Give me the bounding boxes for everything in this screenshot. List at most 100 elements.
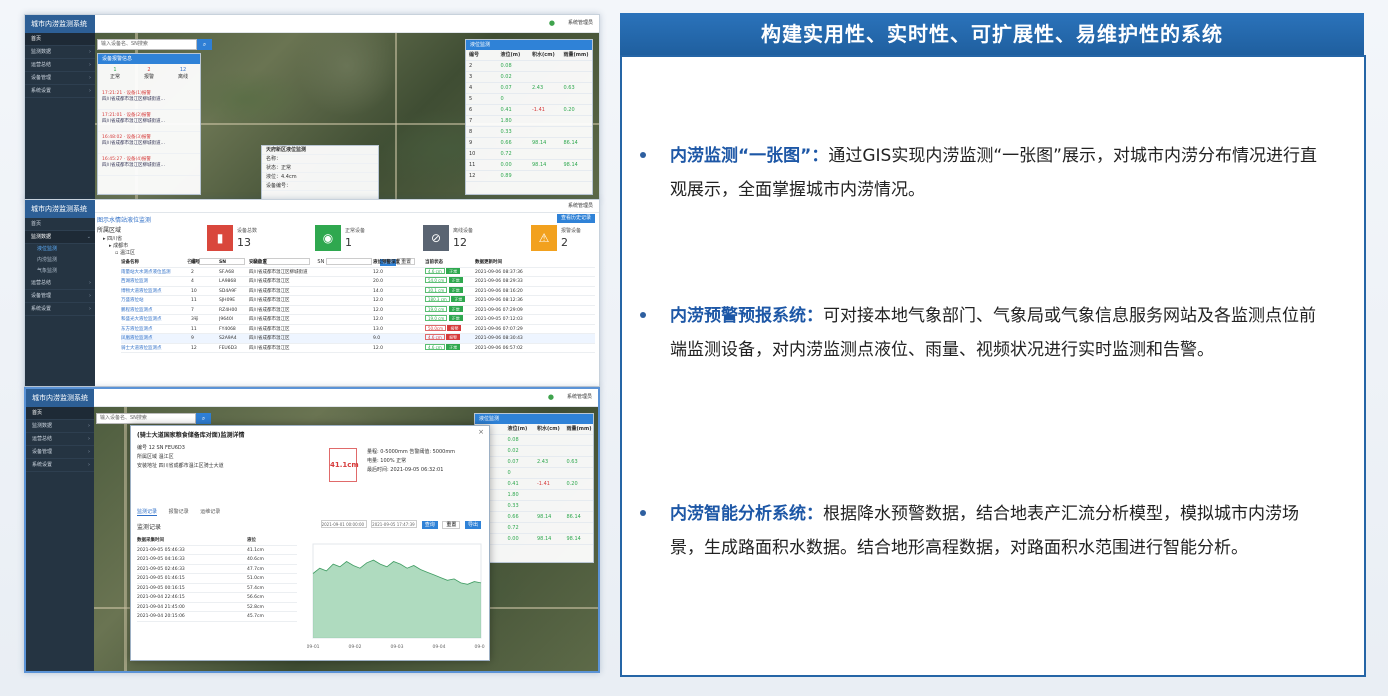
table-row[interactable]: 30.02 (475, 446, 593, 457)
sidebar-item-device[interactable]: 设备管理 › (25, 72, 95, 85)
tab-alarm-records[interactable]: 报警记录 (169, 509, 189, 515)
sidebar-item-device[interactable]: 设备管理 › (25, 290, 95, 303)
table-row[interactable]: 雨量站大水测点液位监测 2 SF.A68 四川省成都市温江区柳城街道 12.0 4.6 c… (121, 267, 595, 277)
status-badge: 报警 (446, 334, 461, 340)
table-row[interactable]: 50 (466, 94, 592, 105)
query-button[interactable]: 查询 (421, 520, 438, 529)
stat-card: ⊘ 离线设备 12 (423, 225, 485, 253)
region-tree[interactable]: 所属区域 ▸ 四川省 ▸ 成都市 ▫ 温江区 (97, 227, 177, 257)
close-icon[interactable]: × (478, 428, 484, 436)
stat-icon: ⚠ (531, 225, 557, 251)
level-badge: 19.0 cm (425, 305, 448, 312)
table-row[interactable]: 2021-09-05 00:16:15 57.4cm (137, 584, 297, 593)
bell-icon[interactable]: ● (549, 19, 555, 27)
alarm-item[interactable]: 16:45:27 · 设备(4)报警 四川省成都市温江区柳城街道… (98, 154, 200, 176)
records-title: 监测记录 (137, 524, 162, 531)
table-row[interactable]: 12 0.89 (466, 171, 592, 182)
table-row[interactable]: 110.0098.1498.14 (475, 534, 593, 545)
sidebar-item-monitor[interactable]: 监测数据 › (25, 46, 95, 59)
user-name[interactable]: 系统管理员 (568, 202, 593, 209)
sidebar-sub-level[interactable]: 液位监测 (25, 244, 95, 255)
table-row[interactable]: 60.41-1.410.20 (466, 105, 592, 116)
date-from-input[interactable]: 2021-09-01 00:00:00 (320, 520, 367, 528)
status-badge: 正常 (446, 267, 461, 274)
table-row[interactable]: 博物大道液位监测点 10 SD4A9F 四川省成都市温江区 14.0 30.1 cm 正常… (121, 286, 595, 296)
records-table: 数据采集时间 液位 2021-09-05 05:46:33 41.1cm 2021-0… (137, 536, 297, 622)
level-badge: 54.0 cm (425, 277, 448, 283)
sidebar-item-home[interactable]: 首页 (26, 407, 94, 420)
status-badge: 正常 (448, 305, 463, 312)
table-row[interactable]: 20.08 (475, 435, 593, 446)
sidebar-item-monitor[interactable]: 监测数据 › (26, 420, 94, 433)
sidebar-item-home[interactable]: 首页 (25, 33, 95, 46)
table-row[interactable]: 万盛液位站 11 SJH09E 四川省成都市温江区 12.0 180.3 cm 正常 202… (121, 296, 595, 306)
table-row[interactable]: 71.80 (475, 490, 593, 501)
table-row[interactable]: 2021-09-05 01:46:15 51.0cm (137, 574, 297, 584)
feature-analysis-system: 内涝智能分析系统：根据降水预警数据，结合地表产汇流分析模型，模拟城市内涝场景，生… (640, 497, 1330, 565)
table-row[interactable]: 80.33 (475, 501, 593, 512)
table-row[interactable]: 鹏程液位监测点 7 RZ4H00 四川省成都市温江区 12.0 19.0 cm 正常 202… (121, 305, 595, 315)
table-row[interactable]: 80.33 (466, 127, 592, 138)
table-row[interactable]: 50 (475, 468, 593, 479)
table-row[interactable]: 40.072.430.63 (475, 457, 593, 468)
sidebar-item-report[interactable]: 运营总结 › (26, 433, 94, 446)
table-row[interactable]: 2021-09-05 04:16:33 40.6cm (137, 555, 297, 565)
table-row[interactable]: 60.41-1.410.20 (475, 479, 593, 490)
modal-tabs: 监测记录 报警记录 运维记录 (137, 508, 230, 516)
table-row[interactable]: 凤凰液位监测点 9 S2A9A4 四川省成都市温江区 9.0 4.6 cm 报警 2021-… (121, 334, 595, 344)
status-badge: 正常 (448, 286, 463, 293)
table-row[interactable]: 东方液位监测点 11 FY4068 四川省成都市温江区 13.0 50.0cm 报警 202… (121, 324, 595, 334)
table-row[interactable]: 90.6698.1486.14 (475, 512, 593, 523)
table-row[interactable]: 西湖液位监测 4 LA9868 四川省成都市温江区 20.0 54.0 cm 正常 2021… (121, 277, 595, 287)
tab-ops-records[interactable]: 运维记录 (200, 509, 220, 515)
table-row[interactable]: 骑士大道液位监测点 12 FEU6D3 四川省成都市温江区 12.0 4.6 cm 正常 2… (121, 343, 595, 353)
sidebar-sub-waterlog[interactable]: 内涝监测 (25, 255, 95, 266)
alarm-item[interactable]: 17:21:21 · 设备(1)报警 四川省成都市温江区柳城街道… (98, 88, 200, 110)
table-row[interactable]: 2021-09-04 22:46:15 56.6cm (137, 593, 297, 603)
alarm-item[interactable]: 16:48:02 · 设备(3)报警 四川省成都市温江区柳城街道… (98, 132, 200, 154)
user-name[interactable]: 系统管理员 (567, 393, 592, 400)
table-row[interactable]: 110.0098.1498.14 (466, 160, 592, 171)
user-name[interactable]: 系统管理员 (568, 19, 593, 26)
table-row[interactable]: 2021-09-04 20:15:06 45.7cm (137, 612, 297, 622)
sidebar-item-settings[interactable]: 系统设置 › (26, 459, 94, 472)
stat-card: ▮ 设备总数 13 (207, 225, 269, 253)
table-row[interactable]: 100.72 (466, 149, 592, 160)
bell-icon[interactable]: ● (548, 393, 554, 401)
sidebar-item-home[interactable]: 首页 (25, 218, 95, 231)
date-to-input[interactable]: 2021-09-05 17:47:39 (371, 520, 418, 528)
sidebar-sub-weather[interactable]: 气象监测 (25, 266, 95, 277)
feature-gis-map: 内涝监测“一张图”：通过GIS实现内涝监测“一张图”展示，对城市内涝分布情况进行… (640, 139, 1330, 207)
tab-monitor-records[interactable]: 监测记录 (137, 509, 158, 516)
reset-button[interactable]: 重置 (442, 520, 461, 529)
table-row[interactable]: 20.08 (466, 61, 592, 72)
sidebar-item-device[interactable]: 设备管理 › (26, 446, 94, 459)
history-button[interactable]: 查看历史记录 (556, 214, 595, 223)
table-row[interactable]: 和盛光大液位监测点 3号 J9640I 四川省成都市温江区 12.0 19.0 cm 正常… (121, 315, 595, 325)
status-badge: 报警 (447, 324, 462, 331)
sidebar-item-settings[interactable]: 系统设置 › (25, 303, 95, 316)
search-input[interactable]: 输入设备名、SN搜索 (97, 39, 197, 50)
table-row[interactable]: 100.72 (475, 523, 593, 534)
sidebar-item-report[interactable]: 运营总结 › (25, 59, 95, 72)
sidebar-item-report[interactable]: 运营总结 › (25, 277, 95, 290)
search-input[interactable]: 输入设备名、SN搜索 (96, 413, 196, 424)
table-row[interactable]: 90.6698.1486.14 (466, 138, 592, 149)
search-button[interactable]: ⌕ (196, 413, 211, 424)
device-popup: 天府新区液位监测 名称： 状态：正常 液位：4.4cm 设备编号： (261, 145, 379, 199)
sidebar-item-settings[interactable]: 系统设置 › (25, 85, 95, 98)
status-badge: 正常 (451, 296, 466, 302)
table-row[interactable]: 30.02 (466, 72, 592, 83)
search-button[interactable]: ⌕ (197, 39, 212, 50)
alarm-item[interactable]: 17:21:01 · 设备(2)报警 四川省成都市温江区柳城街道… (98, 110, 200, 132)
table-row[interactable]: 2021-09-05 05:46:33 41.1cm (137, 546, 297, 555)
table-row[interactable]: 40.072.430.63 (466, 83, 592, 94)
export-button[interactable]: 导出 (464, 520, 481, 529)
screenshot-gis-map: 城市内涝监测系统 首页 监测数据 › 运营总结 › 设备管理 › 系统设置 › ● 系统… (24, 14, 600, 200)
table-row[interactable]: 71.80 (466, 116, 592, 127)
x-tick-label: 09-02 (348, 644, 361, 650)
sidebar-item-monitor[interactable]: 监测数据 ⌄ (25, 231, 95, 244)
x-tick-label: 09-03 (390, 644, 403, 650)
table-row[interactable]: 2021-09-04 21:45:00 52.8cm (137, 603, 297, 612)
table-row[interactable]: 2021-09-05 02:46:33 47.7cm (137, 565, 297, 574)
